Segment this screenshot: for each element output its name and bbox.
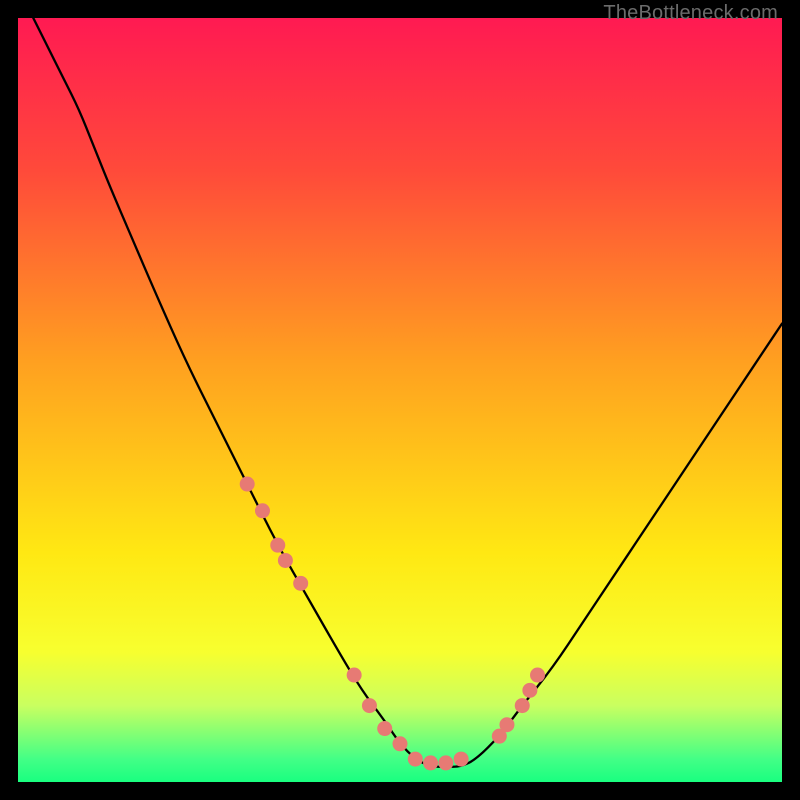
- chart-frame: [18, 18, 782, 782]
- chart-background: [18, 18, 782, 782]
- highlight-dot: [438, 755, 453, 770]
- highlight-dot: [454, 752, 469, 767]
- highlight-dot: [393, 736, 408, 751]
- highlight-dot: [255, 503, 270, 518]
- highlight-dot: [423, 755, 438, 770]
- highlight-dot: [499, 717, 514, 732]
- watermark-text: TheBottleneck.com: [603, 2, 778, 25]
- highlight-dot: [240, 477, 255, 492]
- highlight-dot: [270, 538, 285, 553]
- highlight-dot: [278, 553, 293, 568]
- highlight-dot: [347, 668, 362, 683]
- highlight-dot: [530, 668, 545, 683]
- highlight-dot: [377, 721, 392, 736]
- highlight-dot: [522, 683, 537, 698]
- bottleneck-chart: [18, 18, 782, 782]
- highlight-dot: [362, 698, 377, 713]
- highlight-dot: [293, 576, 308, 591]
- highlight-dot: [408, 752, 423, 767]
- highlight-dot: [515, 698, 530, 713]
